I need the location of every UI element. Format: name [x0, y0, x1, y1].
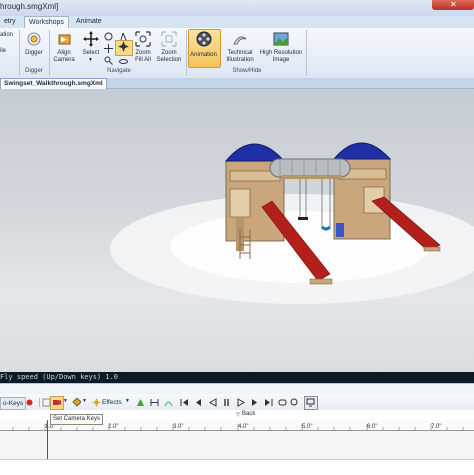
back-marker-icon: ▽: [236, 412, 240, 418]
technical-illustration-icon: [233, 36, 247, 45]
effects-icon: [92, 398, 101, 407]
digger-icon: [27, 32, 41, 46]
play-reverse-icon[interactable]: [208, 398, 217, 407]
tab-workshops[interactable]: Workshops: [24, 16, 69, 28]
group-separator: [306, 30, 307, 76]
playhead[interactable]: [47, 420, 48, 460]
align-camera-label-2: Camera: [53, 57, 75, 63]
navigate-group-label: Navigate: [107, 68, 131, 74]
swingset-model: [110, 142, 474, 304]
zoom-selection-icon: [161, 31, 177, 47]
go-to-start-icon[interactable]: [180, 398, 189, 407]
auto-keys-button[interactable]: o-Keys: [0, 397, 27, 410]
zoom-selection-label-1: Zoom: [161, 50, 177, 56]
camera-icon: [53, 400, 61, 405]
zoom-timeline-icon[interactable]: [290, 398, 299, 407]
3d-viewport[interactable]: Fly speed (Up/Down keys) 1.0: [0, 89, 474, 383]
zoom-fill-icon: [135, 31, 151, 47]
zoom-selection-label-2: Selection: [156, 57, 182, 63]
monitor-icon: [306, 398, 315, 407]
group-separator: [186, 30, 187, 76]
group-separator: [49, 30, 50, 76]
back-marker-label: Back: [242, 411, 256, 417]
chevron-down-icon[interactable]: ▼: [63, 398, 68, 404]
document-tab[interactable]: Swingset_Walkthrough.smgXml: [0, 78, 107, 89]
tab-geometry[interactable]: etry: [0, 16, 20, 28]
fly-speed-status: Fly speed (Up/Down keys) 1.0: [0, 373, 119, 381]
image-icon: [273, 32, 289, 46]
move-cross-icon: [83, 31, 99, 47]
select-label: Select: [82, 50, 100, 56]
window-title: hrough.smgXml]: [0, 2, 59, 11]
close-icon: ✕: [450, 0, 457, 9]
title-bar: [0, 0, 474, 17]
previous-frame-icon[interactable]: [194, 398, 203, 407]
timeline-track-lower[interactable]: [0, 459, 474, 475]
paint-bucket-icon[interactable]: [72, 398, 81, 407]
fly-icon: [118, 41, 129, 52]
chevron-down-icon[interactable]: ▼: [82, 398, 87, 404]
technical-illustration-label-2: Illustration: [226, 57, 254, 63]
viewport-status-bar: Fly speed (Up/Down keys) 1.0: [0, 372, 474, 383]
digger-label: Digger: [25, 50, 43, 56]
technical-illustration-label-1: Technical: [227, 50, 253, 56]
chevron-down-icon: ▼: [88, 57, 93, 63]
partial-button-1[interactable]: ation: [0, 32, 13, 39]
go-to-end-icon[interactable]: [264, 398, 273, 407]
distribute-icon[interactable]: [150, 398, 159, 407]
tooltip: Set Camera Keys: [50, 414, 104, 425]
walk-tool-icon[interactable]: [119, 32, 128, 41]
digger-group-label: Digger: [25, 68, 43, 74]
zoom-fill-label-2: Fill All: [135, 57, 151, 63]
align-camera-icon: [58, 34, 71, 45]
orbit-tool-icon[interactable]: [119, 57, 128, 66]
play-icon[interactable]: [236, 398, 245, 407]
partial-button-2[interactable]: ile: [0, 48, 6, 55]
zoom-tool-icon[interactable]: [104, 56, 113, 65]
zoom-fill-label-1: Zoom: [135, 50, 151, 56]
film-reel-icon: [196, 31, 212, 47]
high-resolution-label-1: High Resolution: [259, 50, 303, 56]
pause-icon[interactable]: [222, 398, 231, 407]
add-keyframe-icon[interactable]: [136, 398, 145, 407]
show-hide-group-label: Show/Hide: [232, 68, 262, 74]
next-frame-icon[interactable]: [250, 398, 259, 407]
high-resolution-label-2: Image: [272, 57, 290, 63]
animation-label: Animation: [190, 52, 217, 58]
timeline-track[interactable]: [0, 431, 474, 459]
chevron-down-icon[interactable]: ▼: [125, 398, 130, 404]
tab-animate[interactable]: Animate: [72, 16, 106, 28]
interpolate-icon[interactable]: [164, 398, 173, 407]
effects-button[interactable]: Effects: [102, 398, 122, 407]
rotate-tool-icon[interactable]: [104, 32, 113, 41]
pan-tool-icon[interactable]: [104, 44, 113, 53]
align-camera-label-1: Align: [57, 50, 71, 56]
record-icon[interactable]: [25, 398, 34, 407]
loop-icon[interactable]: [278, 398, 287, 407]
